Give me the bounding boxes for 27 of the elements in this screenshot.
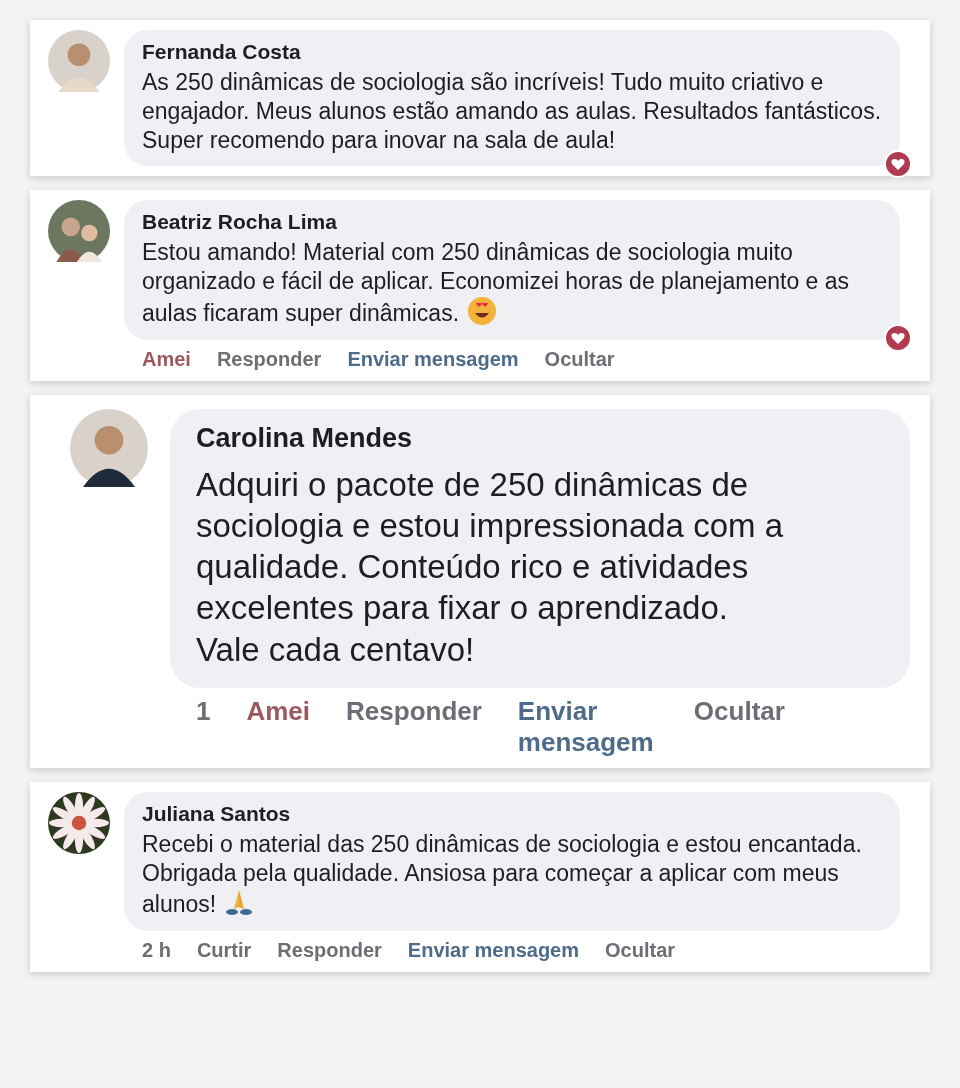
comment-action-link[interactable]: Enviar mensagem (517, 695, 658, 758)
comment-action-link[interactable]: Responder (277, 939, 382, 962)
comment-text: As 250 dinâmicas de sociologia são incríveis! Tudo muito criativo e engajador. Meus alunos estão amando as aulas. Resultados fantásticos. Super recomendo para inovar na sala de aula! (142, 68, 882, 155)
author-name[interactable]: Carolina Mendes (196, 422, 884, 454)
comment-action-link[interactable]: Amei (142, 347, 191, 371)
comment-action-link[interactable]: Ocultar (693, 695, 785, 727)
heart-eyes-emoji-icon (467, 295, 498, 326)
heart-reaction-icon (884, 323, 912, 352)
author-name[interactable]: Beatriz Rocha Lima (142, 210, 882, 235)
author-name[interactable]: Fernanda Costa (142, 40, 882, 64)
author-name[interactable]: Juliana Santos (142, 801, 882, 826)
avatar (48, 30, 110, 92)
comment-action-link[interactable]: Ocultar (605, 939, 676, 962)
comment-action-link[interactable]: Curtir (196, 939, 252, 962)
comment-action-link[interactable]: Ocultar (544, 347, 615, 371)
comment-text: Recebi o material das 250 dinâmicas de sociologia e estou encantada. Obrigada pela qualidade. Ansiosa para começar a aplicar com meus alunos! (142, 829, 863, 919)
comment-text: Estou amando! Material com 250 dinâmicas de sociologia muito organizado e fácil de aplicar. Economizei horas de planejamento e as aulas ficaram super dinâmicas. (142, 238, 851, 328)
comment-action-link[interactable]: Enviar mensagem (407, 939, 580, 962)
comment-action-link[interactable]: Enviar mensagem (347, 347, 519, 371)
comment-action-link[interactable]: Amei (246, 695, 311, 727)
avatar (48, 791, 110, 854)
comment-meta[interactable]: 2 h (142, 939, 171, 962)
comment-action-link[interactable]: Responder (346, 695, 482, 727)
comment-action-link[interactable]: Responder (216, 347, 322, 371)
avatar (48, 200, 110, 263)
comment-text: Adquiri o pacote de 250 dinâmicas de sociologia e estou impressionada com a qualidade. Conteúdo rico e atividades excelentes para fixar o aprendizado. Vale cada centavo! (196, 464, 784, 670)
comment-meta[interactable]: 1 (196, 695, 211, 727)
